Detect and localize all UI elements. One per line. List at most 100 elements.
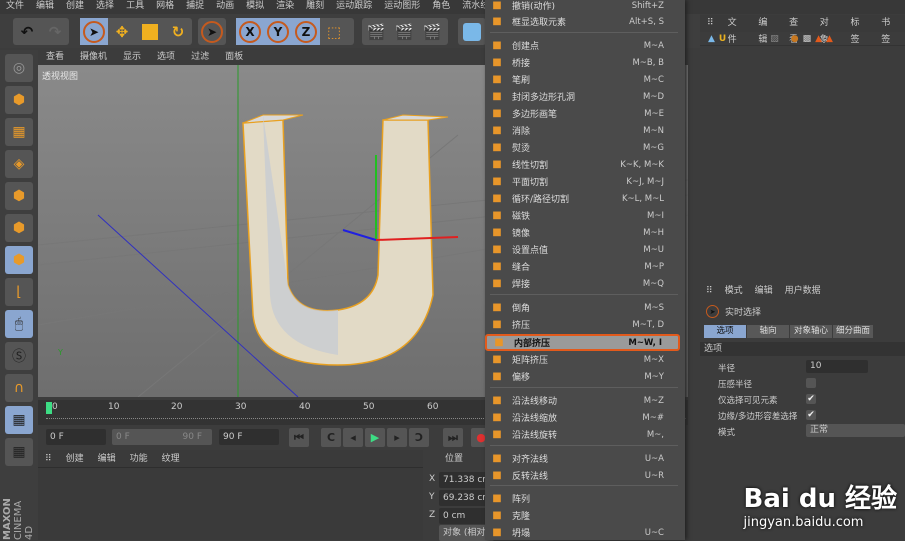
menu-item-knife[interactable]: ■ 线性切割 K~K, M~K	[485, 156, 680, 173]
go-to-start-button[interactable]: ⏮	[289, 428, 309, 447]
menu-animate[interactable]: 动画	[210, 0, 240, 14]
previous-frame-button[interactable]: ◂	[343, 428, 363, 447]
menu-item-create-point[interactable]: ■ 创建点 M~A	[485, 37, 680, 54]
checker-tag-icon[interactable]: ▩	[803, 34, 812, 44]
visibility-icon[interactable]: ▨	[770, 34, 779, 44]
undo-icon[interactable]: ↶	[13, 18, 41, 45]
menu-edit[interactable]: 编辑	[30, 0, 60, 14]
live-select-icon[interactable]: ➤	[80, 18, 108, 45]
menu-item-offset[interactable]: ■ 偏移 M~Y	[485, 368, 680, 385]
tolerance-select-checkbox[interactable]: ✔	[806, 410, 816, 420]
end-frame-field[interactable]: 90 F	[219, 429, 279, 445]
menu-simulate[interactable]: 模拟	[240, 0, 270, 14]
preview-range-slider[interactable]: 0 F 90 F	[112, 429, 212, 445]
viewport-menu-display[interactable]: 显示	[115, 50, 149, 65]
menu-select[interactable]: 选择	[90, 0, 120, 14]
texture-mode-icon[interactable]: ▦	[5, 118, 33, 146]
y-axis-button[interactable]: Y	[264, 18, 292, 45]
menu-item-iron[interactable]: ■ 熨烫 M~G	[485, 139, 680, 156]
menu-mograph[interactable]: 运动图形	[378, 0, 426, 14]
menu-item-collapse[interactable]: ■ 坍塌 U~C	[485, 524, 680, 541]
visible-only-checkbox[interactable]: ✔	[806, 394, 816, 404]
z-axis-button[interactable]: Z	[292, 18, 320, 45]
next-frame-button[interactable]: ▸	[387, 428, 407, 447]
viewport-menu-options[interactable]: 选项	[149, 50, 183, 65]
menu-item-frame-selected[interactable]: ■ 框显选取元素 Alt+S, S	[485, 13, 680, 30]
select-arrow-icon[interactable]: ➤	[198, 18, 226, 45]
play-button[interactable]: ▶	[365, 428, 385, 447]
menu-item-brush[interactable]: ■ 笔刷 M~C	[485, 71, 680, 88]
object-name[interactable]: U	[719, 34, 726, 44]
object-menu-file[interactable]: 文件	[721, 15, 752, 45]
menu-item-close-hole[interactable]: ■ 封闭多边形孔洞 M~D	[485, 88, 680, 105]
pressure-radius-checkbox[interactable]	[806, 378, 816, 388]
menu-item-loop-cut[interactable]: ■ 循环/路径切割 K~L, M~L	[485, 190, 680, 207]
polygons-mode-icon[interactable]: ⬢	[5, 246, 33, 274]
tweak-mode-icon[interactable]: 🖱	[5, 310, 33, 338]
current-frame-field[interactable]: 0 F	[46, 429, 106, 445]
next-key-button[interactable]: Ↄ	[409, 428, 429, 447]
axis-mode-icon[interactable]: ⌊	[5, 278, 33, 306]
menu-item-set-point[interactable]: ■ 设置点值 M~U	[485, 241, 680, 258]
menu-tools[interactable]: 工具	[120, 0, 150, 14]
object-menu-bookmarks[interactable]: 书签	[874, 15, 905, 45]
menu-create[interactable]: 创建	[60, 0, 90, 14]
magnet-tool-icon[interactable]: ∩	[5, 374, 33, 402]
menu-snap[interactable]: 捕捉	[180, 0, 210, 14]
tab-object-axis[interactable]: 对象轴心	[790, 325, 832, 338]
menu-item-undo[interactable]: ■ 撤销(动作) Shift+Z	[485, 0, 680, 14]
scale-icon[interactable]	[136, 18, 164, 45]
object-menu-edit[interactable]: 编辑	[751, 15, 782, 45]
snap-icon[interactable]: Ⓢ	[5, 342, 33, 370]
radius-field[interactable]: 10	[806, 360, 868, 373]
menu-file[interactable]: 文件	[0, 0, 30, 14]
menu-item-weld[interactable]: ■ 焊接 M~Q	[485, 275, 680, 292]
menu-item-clone[interactable]: ■ 克隆	[485, 507, 680, 524]
attribute-menu-user-data[interactable]: 用户数据	[779, 283, 827, 300]
menu-item-dissolve[interactable]: ■ 消除 M~N	[485, 122, 680, 139]
redo-icon[interactable]: ↷	[41, 18, 69, 45]
menu-item-matrix-extrude[interactable]: ■ 矩阵挤压 M~X	[485, 351, 680, 368]
make-editable-icon[interactable]: ◎	[5, 54, 33, 82]
material-menu-create[interactable]: 创建	[59, 450, 91, 467]
phong-tag-icon-2[interactable]: ▲	[826, 34, 833, 44]
locked-workplane-icon[interactable]: ▦	[5, 406, 33, 434]
menu-item-extrude[interactable]: ■ 挤压 M~T, D	[485, 316, 680, 333]
cube-icon[interactable]	[458, 18, 486, 45]
viewport-menu-filter[interactable]: 过滤	[183, 50, 217, 65]
menu-item-polygon-pen[interactable]: ■ 多边形画笔 M~E	[485, 105, 680, 122]
material-menu-edit[interactable]: 编辑	[91, 450, 123, 467]
menu-item-normal-scale[interactable]: ■ 沿法线缩放 M~#	[485, 409, 680, 426]
menu-item-array[interactable]: ■ 阵列	[485, 490, 680, 507]
menu-item-bridge[interactable]: ■ 桥接 M~B, B	[485, 54, 680, 71]
object-menu-tags[interactable]: 标签	[844, 15, 875, 45]
points-mode-icon[interactable]: ⬢	[5, 182, 33, 210]
planar-workplane-icon[interactable]: ▦	[5, 438, 33, 466]
edges-mode-icon[interactable]: ⬢	[5, 214, 33, 242]
phong-tag-icon[interactable]: ▲	[815, 34, 822, 44]
menu-item-normal-move[interactable]: ■ 沿法线移动 M~Z	[485, 392, 680, 409]
render-settings-icon[interactable]: 🎬	[418, 18, 446, 45]
model-mode-icon[interactable]: ⬢	[5, 86, 33, 114]
menu-item-extrude-inner[interactable]: ■ 内部挤压 M~W, I	[485, 334, 680, 351]
coordinate-system-icon[interactable]: ⬚	[320, 18, 348, 45]
menu-sculpt[interactable]: 雕刻	[300, 0, 330, 14]
tab-options[interactable]: 选项	[704, 325, 746, 338]
tab-axis[interactable]: 轴向	[747, 325, 789, 338]
menu-item-bevel[interactable]: ■ 倒角 M~S	[485, 299, 680, 316]
render-picture-viewer-icon[interactable]: 🎬	[390, 18, 418, 45]
mode-dropdown[interactable]: 正常	[806, 424, 905, 437]
menu-render[interactable]: 渲染	[270, 0, 300, 14]
render-view-icon[interactable]: 🎬	[362, 18, 390, 45]
object-menu-view[interactable]: 查看	[782, 15, 813, 45]
viewport-menu-cameras[interactable]: 摄像机	[72, 50, 115, 65]
move-icon[interactable]: ✥	[108, 18, 136, 45]
x-axis-button[interactable]: X	[236, 18, 264, 45]
tab-subdivision-surface[interactable]: 细分曲面	[833, 325, 873, 338]
viewport-menu-panel[interactable]: 面板	[217, 50, 251, 65]
menu-character[interactable]: 角色	[426, 0, 456, 14]
menu-item-reverse-normals[interactable]: ■ 反转法线 U~R	[485, 467, 680, 484]
rotate-icon[interactable]: ↻	[164, 18, 192, 45]
menu-item-stitch[interactable]: ■ 缝合 M~P	[485, 258, 680, 275]
menu-motion-tracking[interactable]: 运动跟踪	[330, 0, 378, 14]
